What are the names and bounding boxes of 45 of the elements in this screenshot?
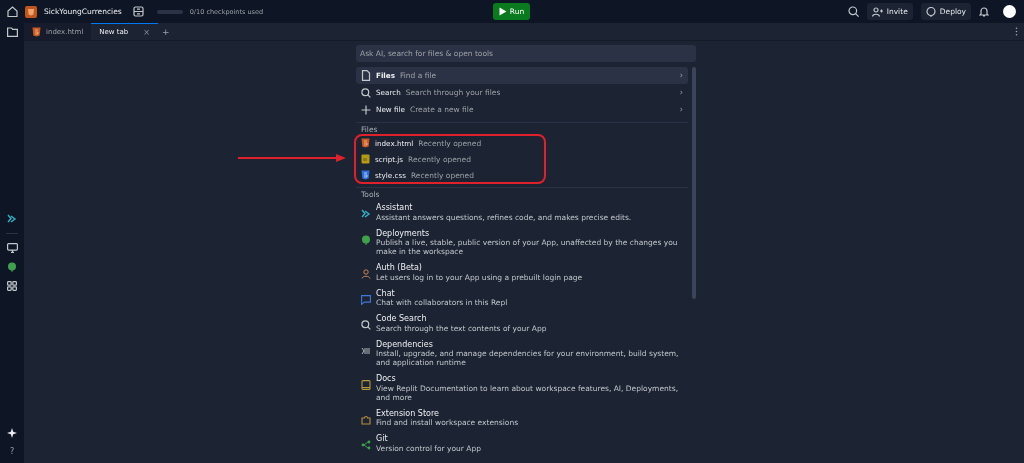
search-icon xyxy=(361,87,371,98)
close-icon[interactable]: × xyxy=(143,27,150,37)
assistant-icon xyxy=(361,209,371,219)
bell-icon[interactable] xyxy=(979,6,989,17)
chevron-icon: › xyxy=(679,88,683,97)
branch-icon xyxy=(361,440,371,450)
book-icon xyxy=(361,380,371,390)
add-user-icon xyxy=(871,6,883,17)
chevron-icon: › xyxy=(679,71,683,80)
home-icon[interactable] xyxy=(7,6,18,17)
play-icon xyxy=(498,7,507,16)
dependencies-icon xyxy=(361,345,371,356)
storage-icon[interactable] xyxy=(132,6,144,17)
html-file-icon xyxy=(32,26,41,37)
tool-title: Chat xyxy=(376,288,396,298)
html-file-icon xyxy=(361,138,370,148)
user-icon xyxy=(361,269,371,279)
folder-icon[interactable] xyxy=(6,27,18,37)
tool-title: Docs xyxy=(376,374,397,384)
new-tab-button[interactable]: + xyxy=(162,26,170,37)
search-icon xyxy=(361,320,371,330)
tool-title: Auth (Beta) xyxy=(376,263,423,273)
grid-icon[interactable] xyxy=(7,281,17,291)
tool-title: Dependencies xyxy=(376,339,434,349)
chat-icon xyxy=(361,294,371,305)
tool-title: Git xyxy=(376,434,389,444)
search-icon[interactable] xyxy=(847,6,859,17)
more-icon[interactable] xyxy=(1015,27,1018,36)
checkpoint-bar xyxy=(156,9,183,14)
js-file-icon xyxy=(361,154,370,164)
puzzle-icon xyxy=(361,414,371,425)
assistant-icon xyxy=(7,214,17,224)
chevron-icon: › xyxy=(679,105,683,114)
avatar[interactable] xyxy=(1003,5,1016,18)
project-logo-icon xyxy=(25,5,37,18)
tool-title: Deployments xyxy=(376,228,431,238)
css-file-icon xyxy=(361,170,370,180)
help-icon[interactable]: ? xyxy=(9,447,15,457)
plus-icon xyxy=(361,104,371,115)
tool-title: Code Search xyxy=(376,314,428,324)
sparkle-icon[interactable] xyxy=(7,428,17,438)
tool-title: Extension Store xyxy=(376,408,440,418)
tool-title: Assistant xyxy=(376,203,414,213)
file-icon xyxy=(361,70,371,81)
monitor-icon[interactable] xyxy=(6,243,18,253)
